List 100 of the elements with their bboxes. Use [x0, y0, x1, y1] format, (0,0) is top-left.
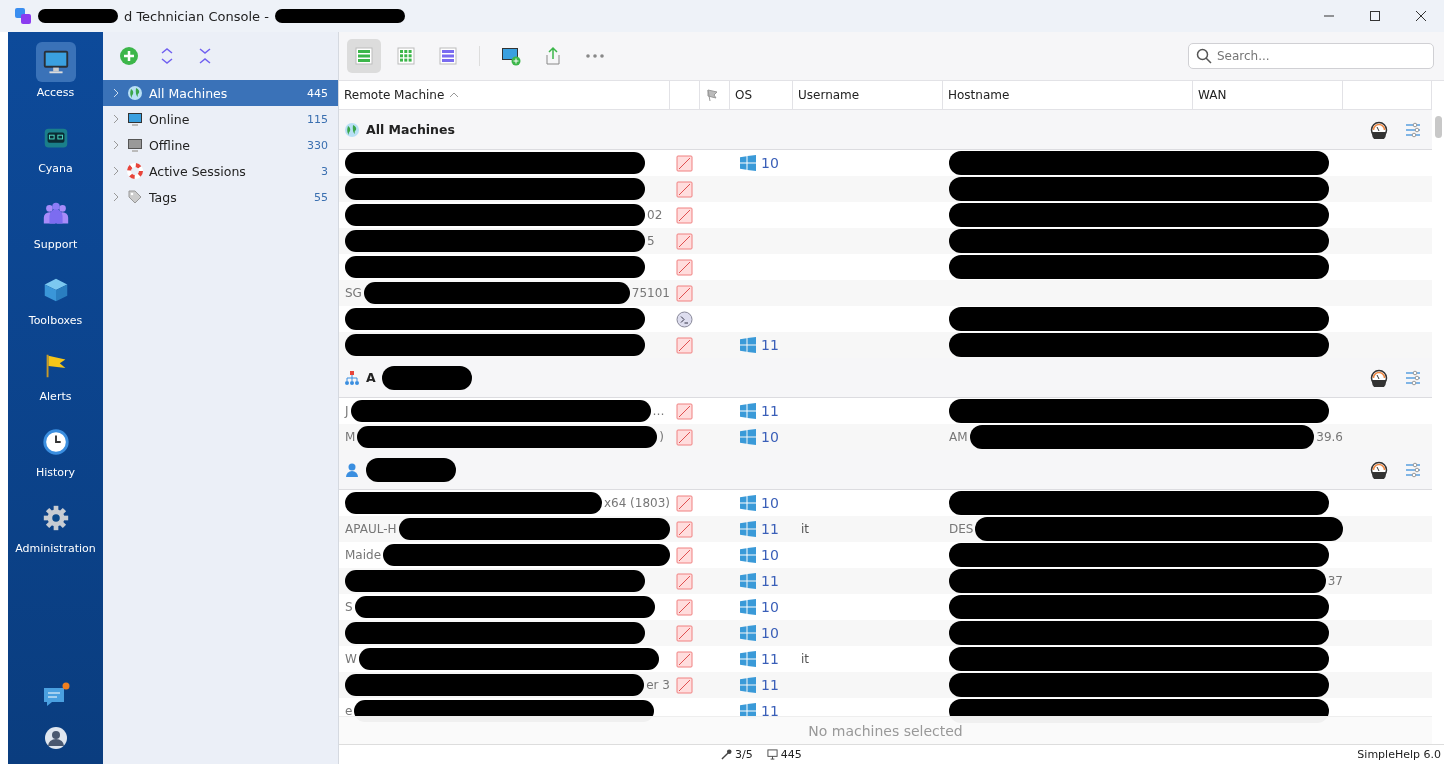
- blocked-icon: [676, 180, 693, 198]
- username: it: [801, 522, 810, 536]
- search-field[interactable]: Search...: [1188, 43, 1434, 69]
- search-icon: [1196, 48, 1212, 64]
- os-version: 11: [761, 703, 779, 719]
- tag-icon: [127, 189, 143, 205]
- machine-name: 75101: [631, 286, 670, 300]
- scrollbar[interactable]: [1435, 116, 1442, 138]
- machine-name: M: [345, 430, 356, 444]
- tree-label: All Machines: [149, 85, 228, 101]
- windows-icon: [740, 429, 756, 445]
- list-view-button[interactable]: [347, 39, 381, 73]
- os-version: 10: [761, 429, 779, 445]
- blocked-icon: [676, 572, 693, 590]
- machine-name: 02: [647, 208, 663, 222]
- hostname: AM: [949, 430, 968, 444]
- blocked-icon: [676, 676, 693, 694]
- column-header[interactable]: Hostname: [943, 81, 1193, 109]
- os-version: 11: [761, 651, 779, 667]
- blocked-icon: [676, 546, 693, 564]
- tree-item[interactable]: Tags 55: [103, 184, 338, 210]
- tree-label: Offline: [149, 137, 190, 153]
- avatar-icon[interactable]: [43, 726, 68, 750]
- os-version: 11: [761, 677, 779, 693]
- tree-item[interactable]: Offline 330: [103, 132, 338, 158]
- tree-item[interactable]: Online 115: [103, 106, 338, 132]
- wan-address: 37: [1327, 574, 1343, 588]
- machine-name: W: [345, 652, 357, 666]
- machine-count: 445: [780, 748, 802, 761]
- windows-icon: [740, 495, 756, 511]
- hostname: DES: [949, 522, 974, 536]
- blocked-icon: [676, 598, 693, 616]
- blocked-icon: [676, 650, 693, 668]
- app-logo-icon: [14, 7, 32, 25]
- window-title: d Technician Console -: [124, 8, 269, 24]
- chevron-icon[interactable]: [111, 140, 121, 150]
- machine-name: 5: [647, 234, 655, 248]
- gauge-icon[interactable]: [1370, 120, 1388, 139]
- machine-name: SG: [345, 286, 362, 300]
- column-header[interactable]: WAN: [1193, 81, 1343, 109]
- column-header[interactable]: Remote Machine: [339, 81, 670, 109]
- nav-item[interactable]: Toolboxes: [8, 270, 103, 346]
- os-version: 11: [761, 337, 779, 353]
- globe-icon: [344, 121, 360, 138]
- gauge-icon[interactable]: [1370, 368, 1388, 387]
- nav-item[interactable]: Access: [8, 42, 103, 118]
- tree-label: Active Sessions: [149, 163, 246, 179]
- blocked-icon: [676, 428, 693, 446]
- nav-item[interactable]: History: [8, 422, 103, 498]
- more-icon: [586, 54, 604, 58]
- blocked-icon: [676, 520, 693, 538]
- machine-name: x64 (1803): [603, 496, 670, 510]
- tree-label: Online: [149, 111, 190, 127]
- item-count: 3: [321, 164, 328, 178]
- share-icon: [543, 46, 563, 66]
- tree-label: Tags: [149, 189, 177, 205]
- os-version: 10: [761, 495, 779, 511]
- os-version: 10: [761, 625, 779, 641]
- os-version: 10: [761, 547, 779, 563]
- os-version: 11: [761, 521, 779, 537]
- os-version: 11: [761, 403, 779, 419]
- machine-name: Maide: [345, 548, 382, 562]
- license-count: 3/5: [735, 748, 753, 761]
- nav-item[interactable]: Administration: [8, 498, 103, 574]
- add-icon[interactable]: [119, 46, 139, 66]
- blocked-icon: [676, 336, 693, 354]
- gauge-icon[interactable]: [1370, 460, 1388, 479]
- chevron-icon[interactable]: [111, 88, 121, 98]
- machine-name: J: [345, 404, 349, 418]
- flag-icon[interactable]: [705, 88, 719, 102]
- blocked-icon: [676, 154, 693, 172]
- column-header[interactable]: Username: [793, 81, 943, 109]
- blocked-icon: [676, 402, 693, 420]
- chevron-icon[interactable]: [111, 192, 121, 202]
- monitor-icon: [766, 749, 778, 760]
- nav-item[interactable]: Support: [8, 194, 103, 270]
- blocked-icon: [676, 206, 693, 224]
- globe-icon: [127, 85, 143, 101]
- chevron-icon[interactable]: [111, 114, 121, 124]
- nav-item[interactable]: Cyana: [8, 118, 103, 194]
- grid-view-icon: [396, 46, 416, 66]
- settings-icon[interactable]: [1404, 460, 1422, 479]
- blocked-icon: [676, 258, 693, 276]
- windows-icon: [740, 547, 756, 563]
- column-header[interactable]: OS: [730, 81, 793, 109]
- tree-item[interactable]: All Machines 445: [103, 80, 338, 106]
- machine-name: e: [345, 704, 353, 718]
- nav-item[interactable]: Alerts: [8, 346, 103, 422]
- tree-item[interactable]: Active Sessions 3: [103, 158, 338, 184]
- group-name: All Machines: [366, 122, 455, 137]
- chevron-icon[interactable]: [111, 166, 121, 176]
- group-name: A: [366, 370, 376, 385]
- user-icon: [344, 461, 360, 478]
- settings-icon[interactable]: [1404, 120, 1422, 139]
- windows-icon: [740, 155, 756, 171]
- os-version: 11: [761, 573, 779, 589]
- settings-icon[interactable]: [1404, 368, 1422, 387]
- list-view-icon: [354, 46, 374, 66]
- chat-icon[interactable]: [41, 682, 70, 708]
- item-count: 55: [314, 190, 328, 204]
